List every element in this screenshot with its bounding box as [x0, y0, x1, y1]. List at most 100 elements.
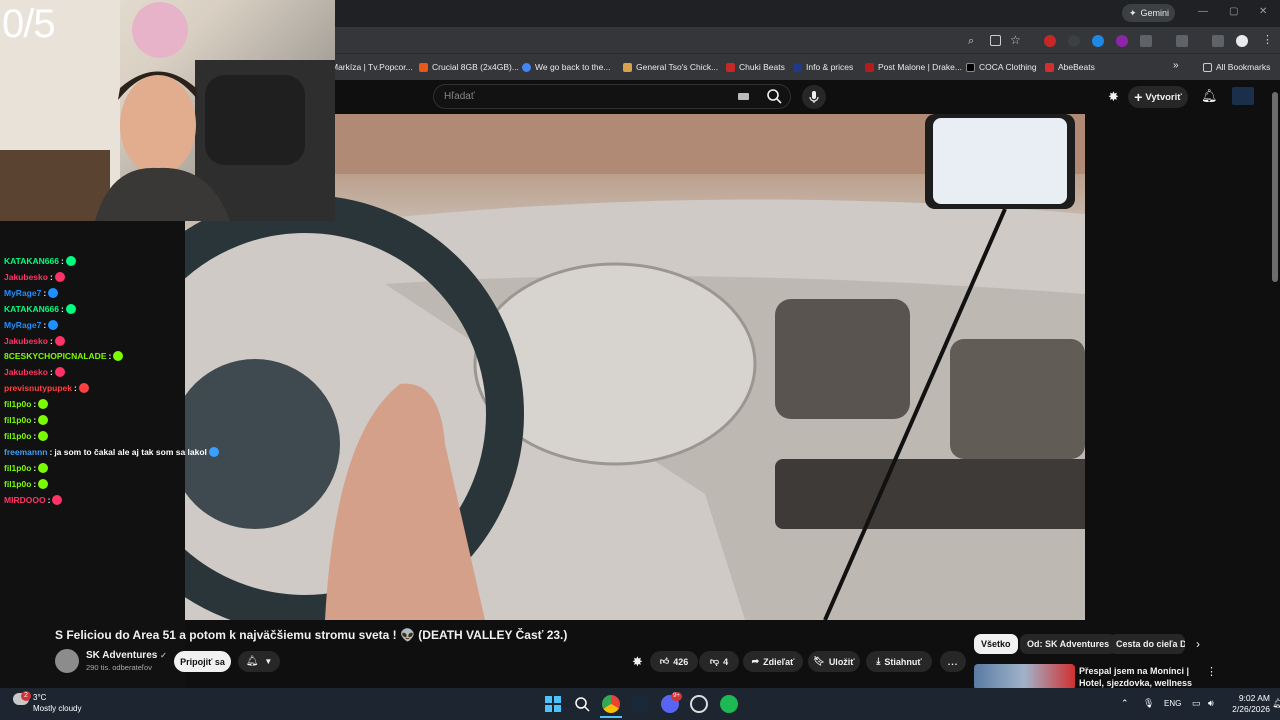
like-button[interactable]: 👍︎ 426	[650, 651, 698, 672]
chat-emote-icon	[52, 494, 63, 505]
bookmark-item[interactable]: Markíza | Tv.Popcor...	[331, 62, 413, 72]
sidepanel-icon[interactable]	[1176, 35, 1188, 47]
chat-username[interactable]: Jakubesko	[4, 336, 48, 346]
minimize-icon[interactable]: —	[1198, 6, 1208, 17]
spotify-icon[interactable]	[720, 695, 738, 713]
chat-username[interactable]: MyRage7	[4, 288, 41, 298]
save-button[interactable]: 🔖︎ Uložiť	[808, 651, 860, 672]
volume-icon[interactable]: 🔊︎	[1208, 698, 1214, 709]
recommendation-title[interactable]: Přespal jsem na Monínci | Hotel, sjezdov…	[1079, 665, 1204, 689]
extensions-puzzle-icon[interactable]	[1140, 35, 1152, 47]
chevron-right-icon[interactable]: ›	[1196, 637, 1200, 651]
system-clock[interactable]: 9:02 AM 2/26/2026	[1225, 693, 1270, 715]
chat-username[interactable]: previsnutypupek	[4, 383, 72, 393]
download-button[interactable]: ⤓ Stiahnuť	[866, 651, 932, 672]
network-icon[interactable]: ▭	[1192, 698, 1201, 709]
chat-username[interactable]: fil1p0o	[4, 431, 31, 441]
extension-icon[interactable]	[1068, 35, 1080, 47]
channel-avatar[interactable]	[1232, 87, 1254, 105]
chip-all[interactable]: Všetko	[974, 634, 1018, 654]
chat-username[interactable]: KATAKAN666	[4, 304, 59, 314]
voice-search-button[interactable]	[802, 85, 826, 109]
thumbs-up-icon: 👍︎	[659, 656, 670, 666]
channel-name[interactable]: SK Adventures ✓	[86, 650, 167, 661]
bookmark-item[interactable]: Chuki Beats	[726, 62, 785, 72]
bookmark-star-icon[interactable]: ☆	[1010, 33, 1021, 47]
media-icon[interactable]	[1212, 35, 1224, 47]
steam-icon[interactable]	[631, 695, 649, 713]
premium-icon[interactable]: ✸	[1108, 89, 1119, 105]
zoom-icon[interactable]: ⌕	[968, 35, 974, 48]
chat-username[interactable]: 8CESKYCHOPICNALADE	[4, 351, 107, 361]
chat-username[interactable]: Jakubesko	[4, 272, 48, 282]
chat-username[interactable]: Jakubesko	[4, 367, 48, 377]
more-actions-button[interactable]: ...	[940, 651, 966, 672]
chat-message: 8CESKYCHOPICNALADE :	[4, 351, 124, 362]
obs-icon[interactable]	[690, 695, 708, 713]
dislike-button[interactable]: 👎︎ 4	[699, 651, 739, 672]
chat-emote-icon	[113, 351, 124, 362]
extension-icon[interactable]	[1044, 35, 1056, 47]
chat-message: Jakubesko :	[4, 335, 65, 346]
weather-desc: Mostly cloudy	[33, 704, 82, 713]
chat-username[interactable]: fil1p0o	[4, 415, 31, 425]
notifications-icon[interactable]: 🔔︎	[1272, 698, 1280, 709]
keyboard-icon[interactable]	[738, 93, 749, 100]
chat-username[interactable]: fil1p0o	[4, 463, 31, 473]
extension-icon[interactable]	[1116, 35, 1128, 47]
recommendation-thumbnail[interactable]	[974, 664, 1075, 690]
taskbar-search-button[interactable]	[573, 695, 591, 713]
chat-username[interactable]: MyRage7	[4, 320, 41, 330]
join-button[interactable]: Pripojiť sa	[174, 651, 231, 672]
profile-avatar[interactable]	[1236, 35, 1248, 47]
more-options-icon[interactable]: ⋮	[1206, 665, 1217, 678]
bookmark-item[interactable]: General Tso's Chick...	[623, 62, 718, 72]
chat-emote-icon	[38, 430, 49, 441]
all-bookmarks-button[interactable]: All Bookmarks	[1203, 62, 1270, 72]
bookmark-item[interactable]: AbeBeats	[1045, 62, 1095, 72]
browser-menu-icon[interactable]: ⋮	[1262, 33, 1273, 46]
chat-username[interactable]: MIRDOOO	[4, 495, 46, 505]
chat-emote-icon	[78, 383, 89, 394]
start-button[interactable]	[544, 695, 562, 713]
channel-avatar[interactable]	[55, 649, 79, 673]
cast-icon[interactable]	[990, 35, 1001, 46]
maximize-icon[interactable]: ▢	[1229, 6, 1238, 17]
chat-username[interactable]: fil1p0o	[4, 479, 31, 489]
chat-username[interactable]: fil1p0o	[4, 399, 31, 409]
weather-widget[interactable]: 3°C Mostly cloudy	[33, 692, 81, 714]
subscription-bell-button[interactable]: 🔔︎ ▼	[238, 651, 280, 672]
bookmark-item[interactable]: COCA Clothing	[966, 62, 1037, 72]
discord-badge: 9+	[671, 692, 682, 701]
close-icon[interactable]: ✕	[1259, 6, 1267, 17]
share-button[interactable]: ➦ Zdieľať	[743, 651, 803, 672]
create-button[interactable]: + Vytvoriť	[1128, 86, 1188, 108]
chip-channel[interactable]: Od: SK Adventures	[1020, 634, 1117, 654]
bookmark-item[interactable]: Crucial 8GB (2x4GB)...	[419, 62, 519, 72]
chat-emote-icon	[54, 335, 65, 346]
more-bookmarks-button[interactable]: »	[1173, 60, 1179, 71]
chat-username[interactable]: freemannn	[4, 447, 47, 457]
bookmark-item[interactable]: We go back to the...	[522, 62, 610, 72]
chrome-icon[interactable]	[602, 695, 620, 713]
bookmark-favicon	[793, 62, 802, 72]
gemini-button[interactable]: ✦ Gemini	[1122, 4, 1175, 22]
notifications-bell-icon[interactable]: 🔔︎	[1201, 88, 1218, 104]
bookmark-item[interactable]: Post Malone | Drake...	[865, 62, 962, 72]
chat-username[interactable]: KATAKAN666	[4, 256, 59, 266]
microphone-icon[interactable]: 🎙︎	[1143, 698, 1154, 709]
scrollbar-thumb[interactable]	[1272, 92, 1278, 282]
chip-related[interactable]: Cesta do cieľa Do	[1109, 634, 1185, 654]
chat-message: MIRDOOO :	[4, 494, 63, 505]
chat-message: fil1p0o :	[4, 478, 49, 489]
chat-separator: :	[33, 415, 37, 425]
search-button[interactable]	[757, 84, 791, 109]
bell-icon: 🔔︎	[245, 656, 259, 667]
tray-overflow-icon[interactable]: ⌃	[1121, 698, 1129, 709]
extension-icon[interactable]	[1092, 35, 1104, 47]
language-indicator[interactable]: ENG	[1164, 699, 1181, 708]
bookmark-item[interactable]: Info & prices	[793, 62, 853, 72]
download-icon: ⤓	[876, 656, 881, 666]
premium-icon[interactable]: ✸	[632, 654, 643, 670]
bookmark-favicon	[726, 62, 735, 72]
